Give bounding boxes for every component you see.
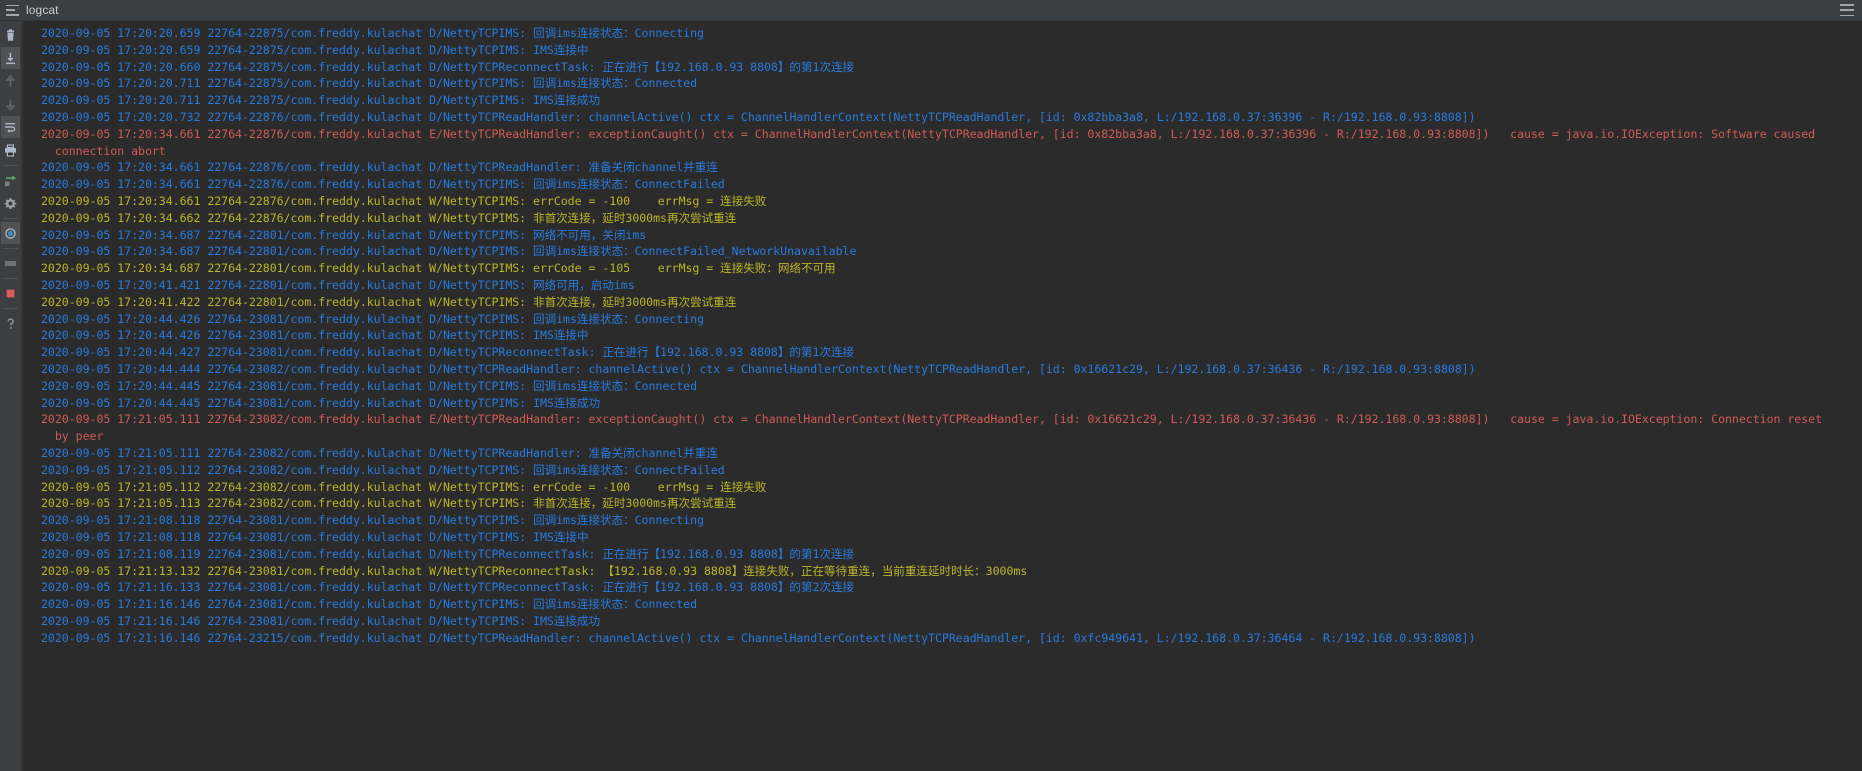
- clear-logcat-button[interactable]: [1, 24, 20, 46]
- log-line[interactable]: 2020-09-05 17:20:20.660 22764-22875/com.…: [21, 59, 1862, 76]
- log-line-continuation[interactable]: connection abort: [21, 143, 1862, 160]
- settings-button[interactable]: [1, 192, 20, 214]
- log-line[interactable]: 2020-09-05 17:20:20.659 22764-22875/com.…: [21, 25, 1862, 42]
- toolbar-separator: [3, 308, 18, 309]
- log-line[interactable]: 2020-09-05 17:21:16.146 22764-23081/com.…: [21, 613, 1862, 630]
- up-the-stack-trace-button[interactable]: [1, 70, 20, 92]
- print-button[interactable]: [1, 139, 20, 161]
- log-line[interactable]: 2020-09-05 17:20:44.427 22764-23081/com.…: [21, 344, 1862, 361]
- log-line[interactable]: 2020-09-05 17:21:16.133 22764-23081/com.…: [21, 579, 1862, 596]
- log-line[interactable]: 2020-09-05 17:21:16.146 22764-23215/com.…: [21, 630, 1862, 647]
- window-options-icon[interactable]: [1840, 4, 1854, 16]
- log-line[interactable]: 2020-09-05 17:20:41.421 22764-22801/com.…: [21, 277, 1862, 294]
- logcat-body: 2020-09-05 17:20:20.659 22764-22875/com.…: [0, 21, 1862, 771]
- log-line[interactable]: 2020-09-05 17:21:05.111 22764-23082/com.…: [21, 445, 1862, 462]
- log-line[interactable]: 2020-09-05 17:21:05.111 22764-23082/com.…: [21, 411, 1862, 428]
- breakpoint-button[interactable]: [1, 282, 20, 304]
- log-line[interactable]: 2020-09-05 17:20:44.426 22764-23081/com.…: [21, 327, 1862, 344]
- down-the-stack-trace-button[interactable]: [1, 93, 20, 115]
- toolbar-separator: [3, 218, 18, 219]
- trash-icon: [7, 28, 14, 41]
- log-line[interactable]: 2020-09-05 17:20:20.711 22764-22875/com.…: [21, 92, 1862, 109]
- close-button[interactable]: [1, 252, 20, 274]
- log-line[interactable]: 2020-09-05 17:21:05.112 22764-23082/com.…: [21, 462, 1862, 479]
- log-line[interactable]: 2020-09-05 17:21:16.146 22764-23081/com.…: [21, 596, 1862, 613]
- log-line[interactable]: 2020-09-05 17:20:34.661 22764-22876/com.…: [21, 176, 1862, 193]
- logcat-line-list: 2020-09-05 17:20:20.659 22764-22875/com.…: [21, 21, 1862, 771]
- logcat-output-panel[interactable]: 2020-09-05 17:20:20.659 22764-22875/com.…: [21, 21, 1862, 771]
- log-line[interactable]: 2020-09-05 17:20:34.661 22764-22876/com.…: [21, 193, 1862, 210]
- log-line[interactable]: 2020-09-05 17:20:41.422 22764-22801/com.…: [21, 294, 1862, 311]
- log-line[interactable]: 2020-09-05 17:20:44.445 22764-23081/com.…: [21, 378, 1862, 395]
- gear-icon: [4, 197, 17, 209]
- log-line[interactable]: 2020-09-05 17:21:08.118 22764-23081/com.…: [21, 512, 1862, 529]
- toolbar-separator: [3, 165, 18, 166]
- log-line[interactable]: 2020-09-05 17:21:05.113 22764-23082/com.…: [21, 495, 1862, 512]
- arrow-up-icon: [5, 74, 16, 86]
- restart-green-icon: [5, 174, 16, 186]
- window-title: logcat: [26, 3, 59, 17]
- red-square-icon: [6, 289, 15, 297]
- log-line[interactable]: 2020-09-05 17:21:13.132 22764-23081/com.…: [21, 563, 1862, 580]
- log-line[interactable]: 2020-09-05 17:21:05.112 22764-23082/com.…: [21, 479, 1862, 496]
- log-line-continuation[interactable]: by peer: [21, 428, 1862, 445]
- soft-wrap-icon: [5, 122, 16, 133]
- log-line[interactable]: 2020-09-05 17:20:44.426 22764-23081/com.…: [21, 311, 1862, 328]
- window-titlebar: logcat: [0, 0, 1862, 21]
- log-line[interactable]: 2020-09-05 17:21:08.118 22764-23081/com.…: [21, 529, 1862, 546]
- help-button[interactable]: [1, 222, 20, 244]
- log-line[interactable]: 2020-09-05 17:20:34.687 22764-22801/com.…: [21, 260, 1862, 277]
- logcat-toolbar: [0, 21, 21, 771]
- soft-wraps-button[interactable]: [1, 116, 20, 138]
- question-mark-icon: [7, 317, 14, 329]
- log-line[interactable]: 2020-09-05 17:20:34.687 22764-22801/com.…: [21, 227, 1862, 244]
- log-line[interactable]: 2020-09-05 17:20:34.687 22764-22801/com.…: [21, 243, 1862, 260]
- log-line[interactable]: 2020-09-05 17:20:34.661 22764-22876/com.…: [21, 126, 1862, 143]
- hamburger-menu-icon[interactable]: [6, 4, 19, 16]
- log-line[interactable]: 2020-09-05 17:20:20.732 22764-22876/com.…: [21, 109, 1862, 126]
- toolbar-separator: [3, 278, 18, 279]
- help-circle-icon: [5, 227, 16, 239]
- log-line[interactable]: 2020-09-05 17:20:20.711 22764-22875/com.…: [21, 75, 1862, 92]
- log-line[interactable]: 2020-09-05 17:20:34.662 22764-22876/com.…: [21, 210, 1862, 227]
- log-line[interactable]: 2020-09-05 17:20:44.445 22764-23081/com.…: [21, 395, 1862, 412]
- toolbar-separator: [3, 248, 18, 249]
- restart-button[interactable]: [1, 169, 20, 191]
- log-line[interactable]: 2020-09-05 17:21:08.119 22764-23081/com.…: [21, 546, 1862, 563]
- printer-icon: [5, 143, 16, 157]
- scroll-to-end-button[interactable]: [1, 47, 20, 69]
- question-button[interactable]: [1, 312, 20, 334]
- log-line[interactable]: 2020-09-05 17:20:20.659 22764-22875/com.…: [21, 42, 1862, 59]
- arrow-down-icon: [5, 99, 16, 111]
- hide-bar-icon: [5, 260, 16, 266]
- scroll-to-end-icon: [6, 52, 15, 64]
- log-line[interactable]: 2020-09-05 17:20:44.444 22764-23082/com.…: [21, 361, 1862, 378]
- logcat-window: logcat 2020-09-05 17:20:20.659 22764-228…: [0, 0, 1862, 771]
- log-line[interactable]: 2020-09-05 17:20:34.661 22764-22876/com.…: [21, 159, 1862, 176]
